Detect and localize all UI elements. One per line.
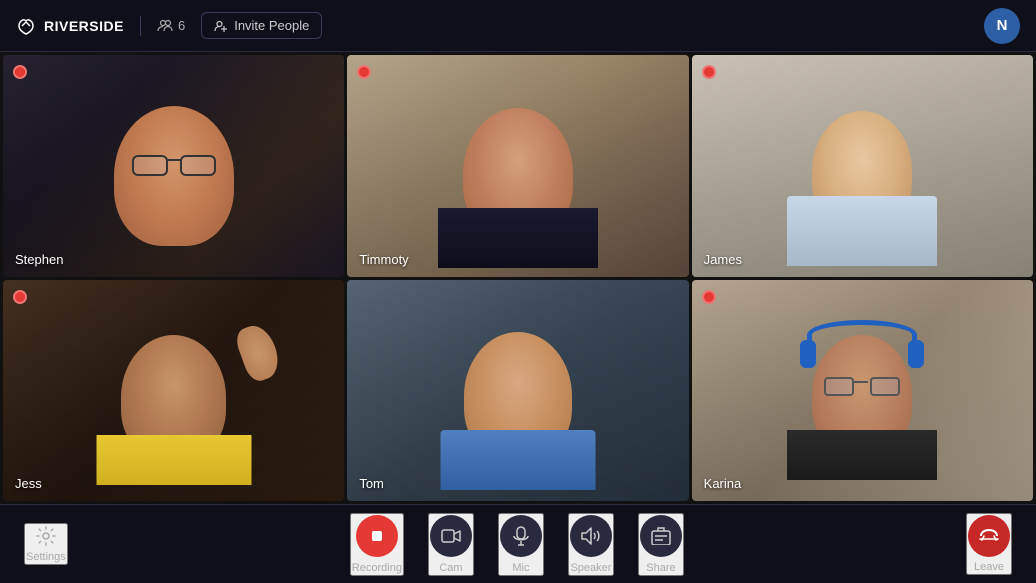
people-count: 6 (157, 18, 185, 34)
phone-end-icon (979, 528, 999, 544)
people-icon (157, 18, 173, 34)
recording-icon (369, 528, 385, 544)
logo: RIVERSIDE (16, 16, 124, 36)
cam-icon (441, 528, 461, 544)
invite-icon (214, 19, 228, 33)
recording-dot-stephen (13, 65, 27, 79)
avatar-initial: N (997, 17, 1008, 34)
center-controls: Recording Cam Mic (350, 513, 684, 576)
speaker-icon-bg (570, 515, 612, 557)
participant-name-jess: Jess (15, 476, 42, 491)
video-grid: Stephen Timmoty James (0, 52, 1036, 504)
invite-label: Invite People (234, 18, 309, 33)
people-count-number: 6 (178, 18, 185, 33)
recording-dot-james (702, 65, 716, 79)
riverside-logo-icon (16, 16, 36, 36)
share-icon-bg (640, 515, 682, 557)
participant-name-karina: Karina (704, 476, 742, 491)
speaker-icon (581, 527, 601, 545)
invite-people-button[interactable]: Invite People (201, 12, 322, 39)
participant-cell-stephen: Stephen (3, 55, 344, 277)
participant-name-stephen: Stephen (15, 252, 63, 267)
leave-button[interactable]: Leave (966, 513, 1012, 575)
share-label: Share (646, 562, 675, 574)
cam-icon-bg (430, 515, 472, 557)
recording-button[interactable]: Recording (350, 513, 404, 576)
mic-icon (512, 526, 530, 546)
participant-name-james: James (704, 252, 742, 267)
speaker-button[interactable]: Speaker (568, 513, 614, 576)
participant-cell-james: James (692, 55, 1033, 277)
header-divider (140, 16, 141, 36)
participant-cell-timmoty: Timmoty (347, 55, 688, 277)
settings-label: Settings (26, 551, 66, 563)
mic-icon-bg (500, 515, 542, 557)
settings-button[interactable]: Settings (24, 523, 68, 565)
bottom-bar: Settings Recording Cam (0, 504, 1036, 583)
cam-button[interactable]: Cam (428, 513, 474, 576)
mic-label: Mic (512, 562, 529, 574)
recording-dot-karina (702, 290, 716, 304)
recording-dot-jess (13, 290, 27, 304)
participant-name-tom: Tom (359, 476, 384, 491)
mic-button[interactable]: Mic (498, 513, 544, 576)
share-button[interactable]: Share (638, 513, 684, 576)
user-avatar[interactable]: N (984, 8, 1020, 44)
speaker-label: Speaker (570, 562, 611, 574)
participant-name-timmoty: Timmoty (359, 252, 408, 267)
recording-label: Recording (352, 562, 402, 574)
leave-label: Leave (974, 561, 1004, 573)
header: RIVERSIDE 6 Invite People N (0, 0, 1036, 52)
leave-icon (968, 515, 1010, 557)
recording-icon-bg (356, 515, 398, 557)
participant-cell-jess: Jess (3, 280, 344, 502)
settings-icon (35, 525, 57, 547)
share-icon (651, 527, 671, 545)
participant-cell-tom: Tom (347, 280, 688, 502)
participant-cell-karina: Karina (692, 280, 1033, 502)
logo-text: RIVERSIDE (44, 18, 124, 34)
cam-label: Cam (439, 562, 462, 574)
header-left: RIVERSIDE 6 Invite People (16, 12, 322, 39)
